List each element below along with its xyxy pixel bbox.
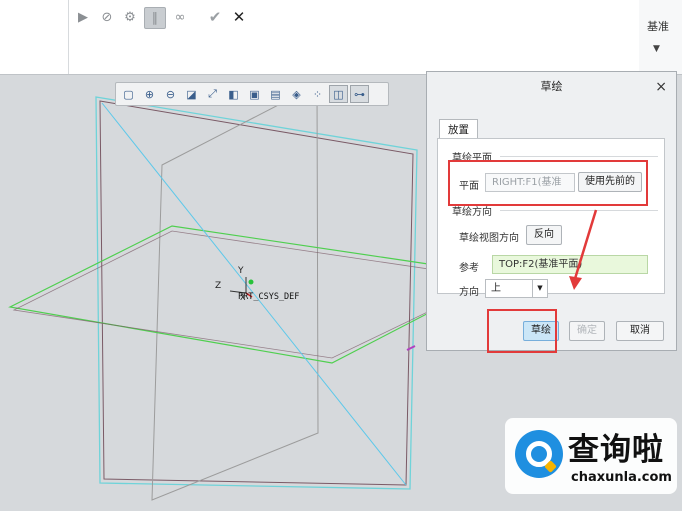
direction-label: 方向 — [459, 287, 479, 298]
close-icon[interactable]: × — [655, 72, 667, 102]
cancel-button[interactable]: 取消 — [616, 321, 664, 341]
csys-label: PRT_CSYS_DEF — [238, 292, 299, 302]
perspective-icon[interactable]: ◈ — [287, 85, 306, 103]
chevron-down-icon[interactable]: ▼ — [653, 44, 660, 54]
dialog-title-bar[interactable]: 草绘 × — [427, 72, 676, 102]
direction-select[interactable]: 上 ▼ — [485, 279, 548, 298]
no-entry-icon[interactable]: ⊘ — [97, 7, 117, 27]
close-icon[interactable]: ✕ — [229, 7, 249, 27]
repaint-icon[interactable]: ◪ — [182, 85, 201, 103]
brand-url: chaxunla.com — [571, 470, 672, 485]
brand-name: 查询啦 — [568, 432, 664, 468]
check-icon[interactable]: ✔ — [205, 7, 225, 27]
display-style-icon[interactable]: ◧ — [224, 85, 243, 103]
ribbon-divider — [68, 0, 69, 74]
highlight-box-sketch-button — [487, 309, 557, 353]
refit-icon[interactable]: ▢ — [119, 85, 138, 103]
section-divider — [500, 156, 658, 157]
direction-value: 上 — [491, 283, 501, 294]
sketch-view-icon[interactable]: ⊶ — [350, 85, 369, 103]
ok-button: 确定 — [569, 321, 605, 341]
logo-icon — [515, 430, 563, 478]
csys-y-label: Y — [237, 266, 244, 276]
watermark: 查询啦 chaxunla.com — [505, 418, 677, 494]
play-icon[interactable]: ▶ — [73, 7, 93, 27]
tab-placement[interactable]: 放置 — [439, 119, 478, 140]
zoom-out-icon[interactable]: ⊖ — [161, 85, 180, 103]
sketch-mode-icon[interactable]: ∥ — [144, 7, 166, 29]
ribbon: ▶ ⊘ ⚙ ∥ ∞ ✔ ✕ 基准 ▼ — [0, 0, 682, 75]
edge-marker — [406, 345, 416, 351]
chevron-down-icon[interactable]: ▼ — [532, 280, 547, 297]
datum-label: 基准 — [647, 20, 669, 33]
annotation-icon[interactable]: ◫ — [329, 85, 348, 103]
spin-center-icon[interactable]: ⤢ — [203, 85, 222, 103]
view-toolbar: ▢ ⊕ ⊖ ◪ ⤢ ◧ ▣ ▤ ◈ ⁘ ◫ ⊶ — [115, 82, 389, 106]
highlight-box-plane — [448, 160, 648, 206]
csys-origin-marker — [248, 279, 254, 285]
dialog-title: 草绘 — [540, 80, 563, 93]
datum-group[interactable]: 基准 ▼ — [639, 0, 682, 74]
view-manager-icon[interactable]: ▤ — [266, 85, 285, 103]
reference-label: 参考 — [459, 263, 479, 274]
datum-display-icon[interactable]: ⁘ — [308, 85, 327, 103]
csys-z-label: Z — [215, 281, 221, 291]
view-direction-label: 草绘视图方向 — [459, 233, 519, 244]
annotation-arrow — [569, 209, 598, 290]
glasses-icon[interactable]: ∞ — [170, 7, 190, 27]
zoom-in-icon[interactable]: ⊕ — [140, 85, 159, 103]
saved-views-icon[interactable]: ▣ — [245, 85, 264, 103]
sketch-tool-icon[interactable]: ⚙ — [120, 7, 140, 27]
flip-button[interactable]: 反向 — [526, 225, 562, 245]
